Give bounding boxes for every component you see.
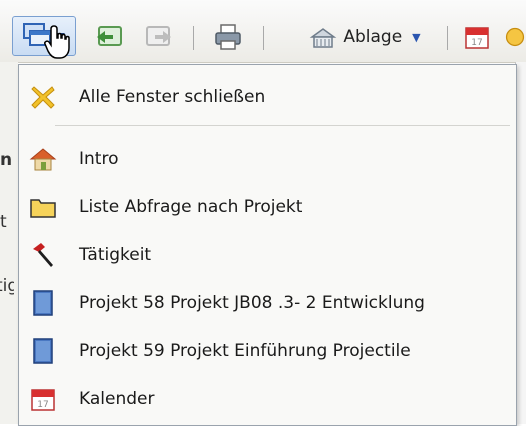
menu-item-label: Projekt 58 Projekt JB08 .3- 2 Entwicklun… [79,293,425,313]
toolbar-separator [193,26,194,50]
folder-icon [29,193,57,221]
svg-text:17: 17 [37,400,48,410]
menu-item-label: Intro [79,149,119,169]
print-icon [215,24,241,50]
windows-dropdown-menu: Alle Fenster schließen Intro Liste Abfra… [18,64,517,426]
menu-item-taetigkeit[interactable]: Tätigkeit [19,235,516,275]
background-text: tig [0,276,14,296]
hand-cursor-icon [44,25,70,59]
menu-separator [55,125,510,126]
calendar-icon: 17 [465,27,489,49]
toolbar: Ablage ▼ 17 [0,0,526,63]
calendar-icon: 17 [29,385,57,413]
menu-item-kalender[interactable]: 17 Kalender [19,379,516,419]
forward-button[interactable] [140,20,176,54]
menu-item-label: Kalender [79,389,155,409]
svg-text:17: 17 [471,38,482,48]
globe-icon [505,27,525,47]
toolbar-separator [447,26,448,50]
calendar-button[interactable]: 17 [460,20,494,54]
background-text: t [0,212,7,232]
forward-icon [146,26,171,46]
menu-item-liste-abfrage[interactable]: Liste Abfrage nach Projekt [19,187,516,227]
menu-item-close-all[interactable]: Alle Fenster schließen [19,77,516,117]
menu-item-projekt-58[interactable]: Projekt 58 Projekt JB08 .3- 2 Entwicklun… [19,283,516,323]
project-book-icon [29,289,57,317]
ablage-dropdown[interactable]: Ablage ▼ [290,20,440,54]
hammer-icon [29,241,57,269]
ablage-icon [310,28,337,48]
project-book-icon [29,337,57,365]
menu-item-label: Projekt 59 Projekt Einführung Projectile [79,341,411,361]
menu-item-label: Alle Fenster schließen [79,87,266,107]
ablage-label: Ablage [343,27,403,47]
close-x-icon [29,83,57,111]
globe-button[interactable] [504,20,526,54]
toolbar-separator [263,26,264,50]
background-text: n [0,150,13,170]
menu-item-label: Liste Abfrage nach Projekt [79,197,303,217]
print-button[interactable] [210,20,246,54]
menu-item-intro[interactable]: Intro [19,139,516,179]
back-button[interactable] [92,20,128,54]
background-panel: n t tig [0,62,18,424]
back-icon [97,26,122,46]
home-icon [29,145,57,173]
menu-item-label: Tätigkeit [79,245,152,265]
menu-item-projekt-59[interactable]: Projekt 59 Projekt Einführung Projectile [19,331,516,371]
chevron-down-icon: ▼ [412,30,421,44]
